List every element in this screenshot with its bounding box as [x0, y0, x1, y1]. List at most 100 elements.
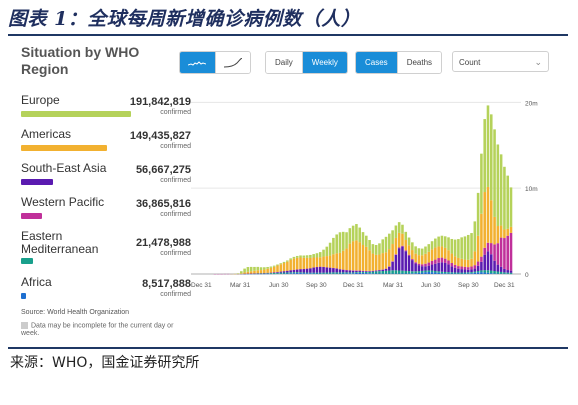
bar-segment-south-east-asia [509, 270, 513, 273]
bar-segment-americas [463, 259, 467, 267]
bar-segment-eastern-mediterranean [440, 271, 444, 274]
bar-segment-western-pacific [401, 245, 404, 247]
bar-segment-americas [401, 233, 404, 246]
bar-segment-europe [312, 254, 315, 258]
bar-segment-europe [404, 231, 408, 241]
bar-segment-western-pacific [394, 254, 398, 255]
bar-segment-eastern-mediterranean [434, 271, 437, 273]
bar-segment-africa [493, 273, 496, 274]
bar-segment-americas [361, 244, 365, 271]
bar-segment-europe [256, 266, 260, 271]
bar-segment-americas [384, 252, 388, 269]
bar-segment-south-east-asia [368, 271, 371, 272]
bar-segment-africa [315, 273, 319, 274]
bar-segment-africa [414, 273, 417, 274]
bar-segment-south-east-asia [430, 264, 434, 271]
bar-segment-south-east-asia [414, 263, 417, 272]
bar-segment-europe [365, 235, 368, 247]
bar-segment-africa [286, 273, 289, 274]
bar-segment-europe [276, 264, 279, 266]
legend-row-south-east-asia[interactable]: South-East Asia 56,667,275 confirmed [21, 162, 191, 190]
legend-row-eastern-mediterranean[interactable]: Eastern Mediterranean 21,478,988 confirmed [21, 230, 191, 270]
bar-segment-africa [348, 273, 352, 274]
bar-segment-western-pacific [450, 263, 454, 267]
bar-segment-south-east-asia [411, 260, 414, 272]
bar-segment-south-east-asia [420, 266, 424, 271]
bar-segment-western-pacific [463, 266, 467, 270]
bar-segment-africa [355, 272, 358, 274]
legend-row-europe[interactable]: Europe 191,842,819 confirmed [21, 94, 191, 122]
bar-segment-eastern-mediterranean [388, 270, 391, 274]
bar-segment-europe [414, 246, 417, 254]
bar-segment-europe [236, 273, 240, 274]
bar-segment-americas [335, 253, 338, 269]
x-tick-label: Dec 31 [191, 282, 212, 289]
bar-segment-europe [466, 234, 470, 260]
bar-segment-eastern-mediterranean [279, 272, 283, 274]
legend-row-americas[interactable]: Americas 149,435,827 confirmed [21, 128, 191, 156]
legend-region-name: Americas [21, 127, 72, 141]
bar-segment-americas [457, 257, 460, 267]
bar-segment-americas [338, 252, 342, 270]
bar-segment-americas [246, 271, 250, 274]
bar-segment-americas [253, 270, 256, 274]
bar-segment-europe [463, 236, 467, 260]
bar-segment-south-east-asia [358, 270, 361, 272]
legend-confirmed-total: 21,478,988 [135, 237, 191, 249]
bar-segment-south-east-asia [499, 266, 503, 272]
bar-segment-eastern-mediterranean [289, 272, 292, 274]
bar-segment-eastern-mediterranean [476, 271, 480, 273]
bar-segment-south-east-asia [384, 268, 388, 271]
bar-segment-africa [443, 273, 447, 274]
bar-segment-americas [473, 251, 477, 266]
bar-segment-western-pacific [453, 264, 457, 268]
legend-share-bar [21, 111, 131, 117]
bar-segment-americas [318, 257, 322, 267]
legend-row-western-pacific[interactable]: Western Pacific 36,865,816 confirmed [21, 196, 191, 224]
bar-segment-south-east-asia [437, 262, 440, 272]
bar-segment-americas [371, 253, 375, 271]
bar-segment-africa [483, 272, 486, 274]
bar-segment-western-pacific [391, 261, 394, 262]
bar-segment-south-east-asia [299, 269, 302, 273]
bar-segment-south-east-asia [332, 268, 335, 273]
bar-segment-americas [286, 261, 289, 271]
bar-segment-africa [437, 272, 440, 274]
bar-segment-americas [440, 246, 444, 258]
x-tick-label: Mar 31 [383, 282, 404, 289]
bar-segment-eastern-mediterranean [391, 270, 394, 274]
bar-segment-europe [434, 238, 437, 248]
bar-segment-americas [299, 257, 302, 270]
bar-segment-americas [489, 200, 493, 244]
y-tick-label: 20m [525, 100, 538, 107]
legend-row-africa[interactable]: Africa 8,517,888 confirmed [21, 276, 191, 304]
bar-segment-americas [312, 257, 315, 268]
bar-segment-south-east-asia [286, 270, 289, 273]
bar-segment-western-pacific [460, 266, 463, 270]
legend-confirmed-total: 191,842,819 [129, 96, 191, 108]
bar-segment-eastern-mediterranean [430, 270, 434, 273]
bar-segment-americas [302, 257, 306, 269]
bar-segment-south-east-asia [295, 269, 299, 273]
bar-segment-south-east-asia [388, 266, 391, 271]
bar-segment-europe [286, 260, 289, 262]
bar-segment-africa [374, 273, 378, 274]
bar-segment-europe [322, 249, 325, 257]
bar-segment-western-pacific [434, 259, 437, 264]
bar-segment-europe [496, 144, 500, 227]
bar-segment-americas [493, 216, 496, 245]
bar-segment-europe [253, 266, 256, 271]
legend-share-bar [21, 293, 26, 299]
bar-segment-europe [411, 242, 414, 251]
legend-region-name: Africa [21, 275, 52, 289]
bar-segment-western-pacific [397, 247, 401, 249]
bar-segment-eastern-mediterranean [457, 272, 460, 274]
bar-segment-europe [325, 246, 329, 257]
bar-segment-africa [486, 272, 490, 274]
bar-segment-europe [483, 119, 486, 193]
bar-segment-americas [411, 250, 414, 260]
bar-segment-western-pacific [417, 263, 421, 266]
bar-segment-americas [341, 250, 345, 270]
bar-segment-africa [420, 272, 424, 274]
bar-segment-americas [328, 255, 332, 268]
